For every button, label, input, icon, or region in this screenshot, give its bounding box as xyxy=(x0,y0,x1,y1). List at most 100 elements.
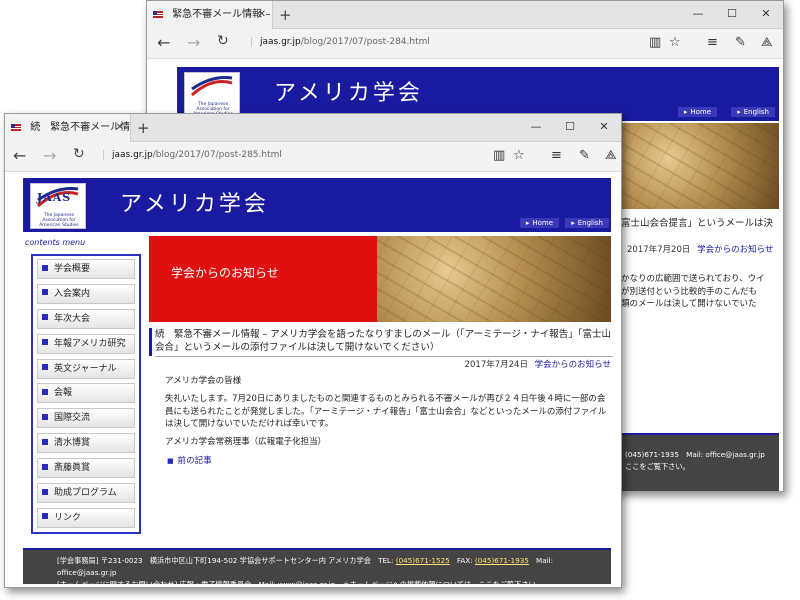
prev-post-link[interactable]: 前の記事 xyxy=(167,454,212,466)
site-title: アメリカ学会 xyxy=(120,192,269,217)
url-field[interactable]: jaas.gr.jp/blog/2017/07/post-285.html xyxy=(103,150,282,160)
close-window-icon[interactable]: ✕ xyxy=(587,114,621,140)
browser-window-front[interactable]: 続 緊急不審メール情報 ✕ + — ☐ ✕ ← → ↻ jaas.gr.jp/b… xyxy=(4,113,622,588)
close-window-icon[interactable]: ✕ xyxy=(749,1,783,27)
jaas-logo[interactable]: The Japanese Association for American St… xyxy=(184,72,240,118)
nav-home-link[interactable]: Home xyxy=(519,218,559,228)
site-header: JAAS The Japanese Association for Americ… xyxy=(23,178,611,232)
us-flag-icon xyxy=(11,123,21,131)
footer-back: (045)671-1935 Mail: office@jaas.gr.jp ここ… xyxy=(621,433,779,491)
menu-item-label: 助成プログラム xyxy=(54,488,117,499)
web-note-icon[interactable]: ✎ xyxy=(579,148,590,163)
back-arrow-icon[interactable]: ← xyxy=(13,146,26,165)
web-note-icon[interactable]: ✎ xyxy=(735,35,746,50)
category-link[interactable]: 学会からのお知らせ xyxy=(535,360,611,370)
footer-line: (045)671-1935 Mail: office@jaas.gr.jp xyxy=(625,450,765,459)
share-icon[interactable]: ⟁ xyxy=(761,35,773,50)
minimize-icon[interactable]: — xyxy=(681,1,715,27)
hub-icon[interactable]: ≡ xyxy=(707,35,718,50)
menu-item-label: 英文ジャーナル xyxy=(54,363,117,374)
share-icon[interactable]: ⟁ xyxy=(605,148,617,163)
tab-bar: 緊急不審メール情報 – ✕ + — ☐ ✕ xyxy=(147,1,783,29)
hub-icon[interactable]: ≡ xyxy=(551,148,562,163)
menu-item-label: 学会概要 xyxy=(54,264,91,274)
menu-item[interactable]: 国際交流 xyxy=(37,408,135,429)
bullet-icon xyxy=(42,314,48,321)
forward-arrow-icon[interactable]: → xyxy=(43,146,56,165)
forward-arrow-icon[interactable]: → xyxy=(187,33,200,52)
bullet-icon xyxy=(42,438,48,445)
menu-item[interactable]: 学会概要 xyxy=(37,259,135,279)
new-tab-icon[interactable]: + xyxy=(137,114,150,142)
close-tab-icon[interactable]: ✕ xyxy=(258,1,266,29)
refresh-icon[interactable]: ↻ xyxy=(73,146,85,162)
post-date: 2017年7月24日 xyxy=(464,360,528,370)
menu-item[interactable]: 年次大会 xyxy=(37,308,135,329)
nav-home-link[interactable]: Home xyxy=(677,107,717,117)
title-accent-bar xyxy=(149,328,152,356)
bullet-icon xyxy=(42,488,48,495)
address-bar: ← → ↻ jaas.gr.jp/blog/2017/07/post-285.h… xyxy=(5,142,621,172)
menu-item-label: 斎藤眞賞 xyxy=(54,463,91,474)
banner-text: 学会からのお知らせ xyxy=(171,266,279,280)
post-paragraph: 失礼いたします。7月20日にありましたものと関連するものとみられる不審メールが再… xyxy=(165,394,607,429)
menu-item-label: リンク xyxy=(54,512,82,523)
bullet-icon xyxy=(42,339,48,346)
favorite-star-icon[interactable]: ☆ xyxy=(513,148,525,163)
menu-item[interactable]: 会報 xyxy=(37,383,135,404)
favorite-star-icon[interactable]: ☆ xyxy=(669,35,681,50)
menu-item-label: 年次大会 xyxy=(54,313,91,324)
refresh-icon[interactable]: ↻ xyxy=(217,33,229,49)
back-arrow-icon[interactable]: ← xyxy=(157,33,170,52)
reading-view-icon[interactable]: ▥ xyxy=(493,148,505,163)
menu-item-label: 年報アメリカ研究 xyxy=(54,338,126,349)
menu-item-label: 清水博賞 xyxy=(54,438,91,449)
menu-item[interactable]: 清水博賞 xyxy=(37,433,135,454)
sidebar: contents menu 学会概要 入会案内 年次大会 年報アメリカ研究 英文ジャーナ… xyxy=(5,238,145,544)
bullet-icon xyxy=(42,463,48,470)
post-title: 続 緊急不審メール情報 – アメリカ学会を語ったなりすましのメール（「アーミテー… xyxy=(149,328,613,357)
menu-item[interactable]: リンク xyxy=(37,507,135,528)
post-excerpt: かなりの広範囲で送られており、ウイ が別送付という比較的手のこんだも 類のメール… xyxy=(621,273,765,311)
category-link[interactable]: 学会からのお知らせ xyxy=(697,245,773,255)
nav-english-link[interactable]: English xyxy=(731,107,775,117)
tel-link[interactable]: (045)671-1525 xyxy=(396,556,450,565)
address-bar: ← → ↻ jaas.gr.jp/blog/2017/07/post-284.h… xyxy=(147,29,783,59)
tab-title: 緊急不審メール情報 – xyxy=(172,9,271,20)
minimize-icon[interactable]: — xyxy=(519,114,553,140)
maximize-icon[interactable]: ☐ xyxy=(553,114,587,140)
tab-active[interactable]: 緊急不審メール情報 – ✕ xyxy=(147,1,273,29)
new-tab-icon[interactable]: + xyxy=(279,1,292,29)
footer-line: ここをご覧下さい。 xyxy=(625,462,690,471)
close-tab-icon[interactable]: ✕ xyxy=(116,114,124,142)
contents-menu: 学会概要入会案内年次大会年報アメリカ研究 英文ジャーナル会報国際交流清水博賞斎藤眞… xyxy=(31,254,141,534)
excerpt-line: が別送付という比較的手のこんだも xyxy=(621,286,758,297)
post-title-fragment: 富士山会合提言」というメールは決 xyxy=(621,218,774,229)
excerpt-line: かなりの広範囲で送られており、ウイ xyxy=(621,274,765,284)
menu-item[interactable]: 斎藤眞賞 xyxy=(37,458,135,479)
menu-item[interactable]: 入会案内 xyxy=(37,283,135,304)
post-meta: 2017年7月20日 学会からのお知らせ xyxy=(627,243,773,255)
post-signature: アメリカ学会常務理事（広報電子化担当） xyxy=(165,437,327,447)
url-field[interactable]: jaas.gr.jp/blog/2017/07/post-284.html xyxy=(251,37,430,47)
footer-line-1: [学会事務局] 〒231-0023 横浜市中区山下町194-502 学協会サポー… xyxy=(57,556,554,577)
bullet-icon xyxy=(42,513,48,520)
menu-item[interactable]: 年報アメリカ研究 xyxy=(37,333,135,354)
banner-red: 学会からのお知らせ xyxy=(149,236,377,322)
maximize-icon[interactable]: ☐ xyxy=(715,1,749,27)
reading-view-icon[interactable]: ▥ xyxy=(649,35,661,50)
map-banner-image xyxy=(621,123,779,209)
fax-link[interactable]: (045)671-1935 xyxy=(475,556,529,565)
menu-item[interactable]: 助成プログラム xyxy=(37,483,135,504)
post-date: 2017年7月20日 xyxy=(627,245,691,255)
menu-item-label: 入会案内 xyxy=(54,288,91,299)
bullet-icon xyxy=(42,289,48,296)
nav-english-link[interactable]: English xyxy=(565,218,609,228)
site-title: アメリカ学会 xyxy=(274,81,423,106)
menu-item[interactable]: 英文ジャーナル xyxy=(37,358,135,379)
bullet-icon xyxy=(42,264,48,271)
jaas-logo[interactable]: JAAS The Japanese Association for Americ… xyxy=(30,183,86,229)
tab-active[interactable]: 続 緊急不審メール情報 ✕ xyxy=(5,114,131,142)
bullet-icon xyxy=(42,413,48,420)
logo-flag-icon xyxy=(190,75,234,97)
